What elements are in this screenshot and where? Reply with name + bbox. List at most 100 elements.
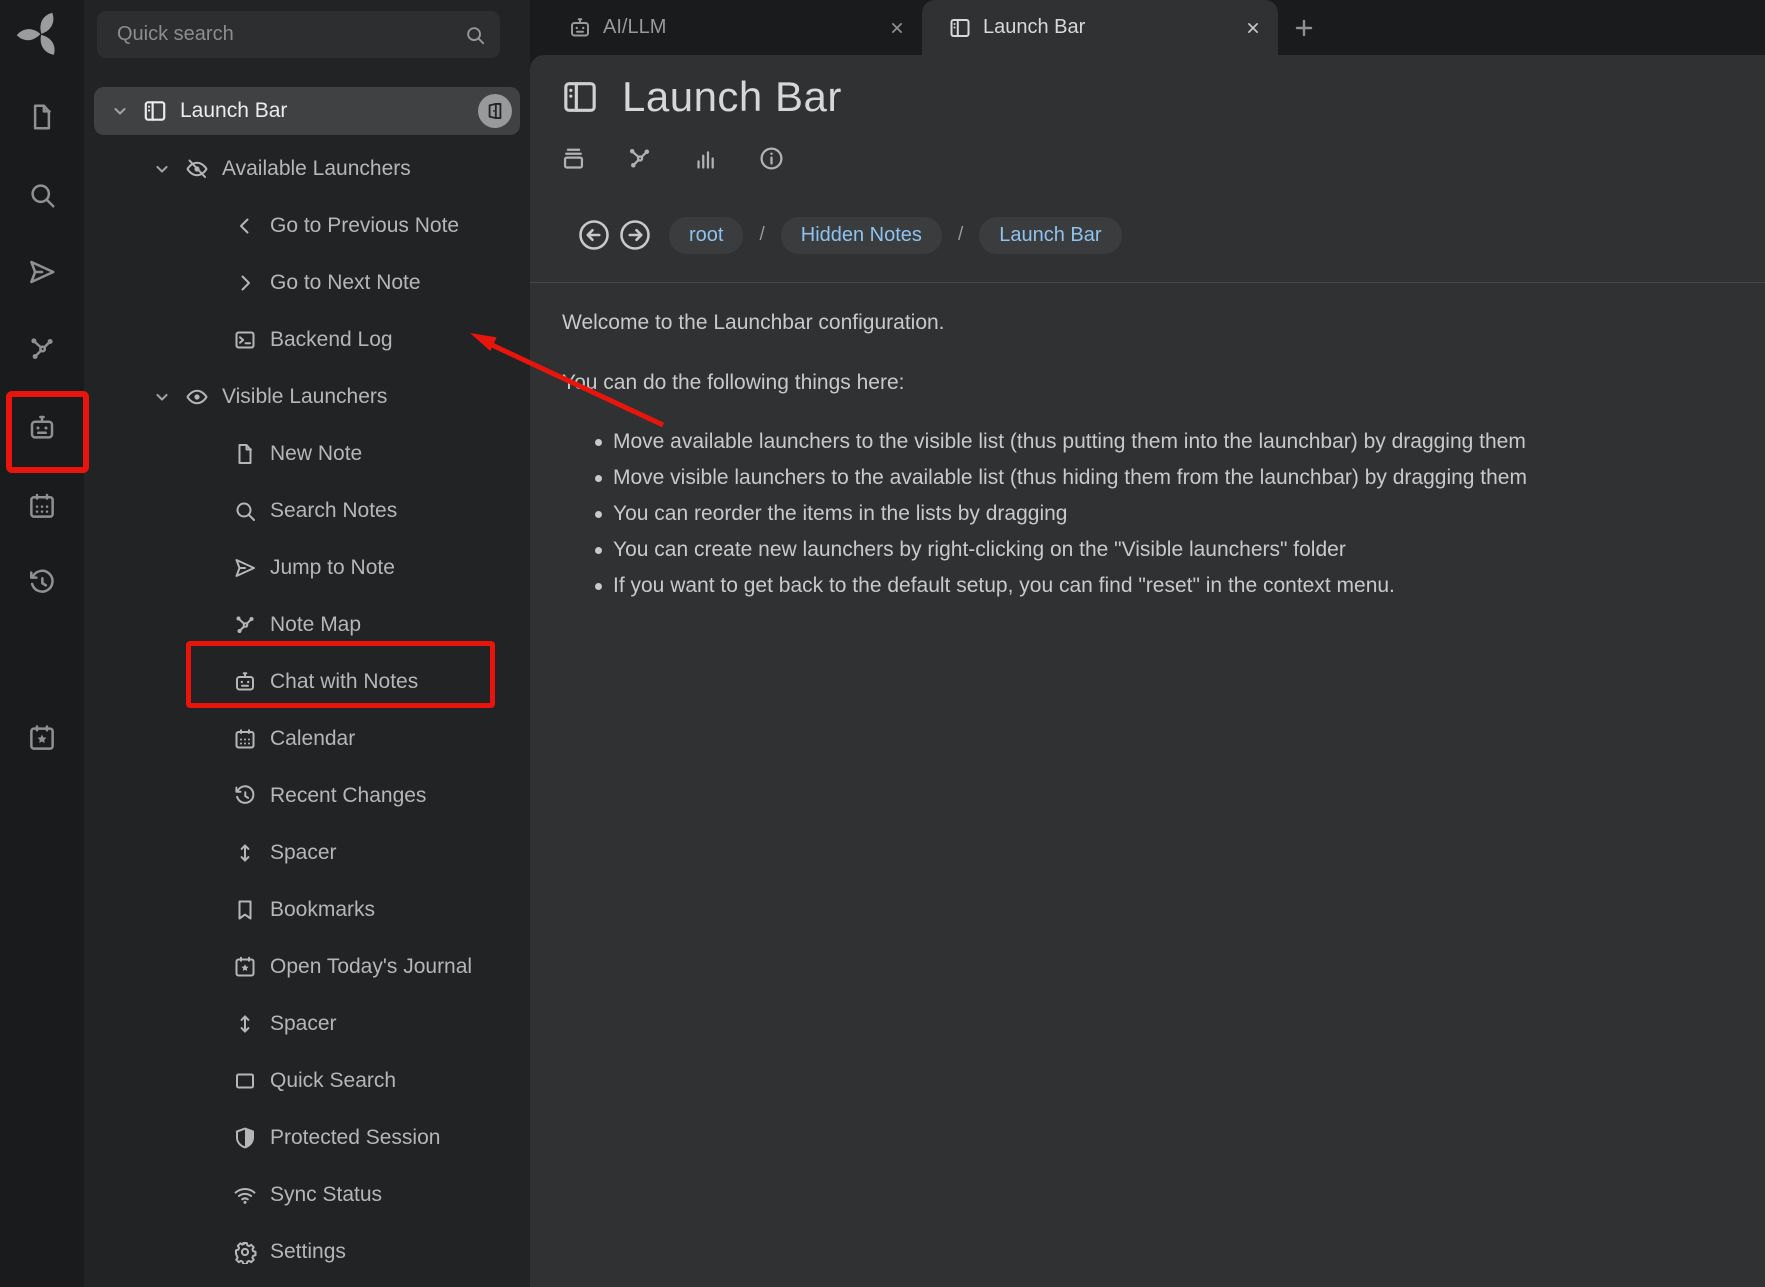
tree-item-available-launchers[interactable]: Available Launchers: [94, 140, 520, 197]
send-icon: [232, 556, 258, 580]
breadcrumb-divider: [530, 282, 1765, 283]
tab-bar: AI/LLM Launch Bar: [530, 0, 1765, 55]
tab-ai-llm[interactable]: AI/LLM: [530, 0, 922, 55]
info-icon[interactable]: [758, 145, 785, 172]
close-tab-icon[interactable]: [1244, 19, 1262, 37]
tree-item-go-to-previous-note[interactable]: Go to Previous Note: [94, 197, 520, 254]
note-content: Welcome to the Launchbar configuration. …: [562, 310, 1729, 604]
bookmark-icon: [232, 898, 258, 922]
tree-item-label: Go to Previous Note: [270, 214, 459, 238]
tree-item-label: Spacer: [270, 841, 337, 865]
instruction-item: Move available launchers to the visible …: [562, 424, 1729, 460]
tree-item-label: Go to Next Note: [270, 271, 421, 295]
basic-properties-icon[interactable]: [560, 145, 587, 172]
tree-item-sync-status[interactable]: Sync Status: [94, 1166, 520, 1223]
tree-item-calendar[interactable]: Calendar: [94, 710, 520, 767]
tree-item-label: Search Notes: [270, 499, 397, 523]
calendar-icon: [232, 727, 258, 751]
history-forward-button[interactable]: [617, 217, 653, 253]
tree-item-protected-session[interactable]: Protected Session: [94, 1109, 520, 1166]
open-todays-journal-launcher-icon[interactable]: [0, 710, 84, 766]
chat-with-notes-launcher-icon[interactable]: [0, 400, 84, 456]
tree-item-jump-to-note[interactable]: Jump to Note: [94, 539, 520, 596]
file-icon: [232, 442, 258, 466]
chevron-down-icon[interactable]: [150, 387, 174, 407]
tab-label: AI/LLM: [603, 16, 888, 39]
tree-item-label: Available Launchers: [222, 157, 411, 181]
breadcrumb-crumb[interactable]: Hidden Notes: [781, 217, 942, 254]
tree-item-label: Settings: [270, 1240, 346, 1264]
tree-item-label: Recent Changes: [270, 784, 426, 808]
search-icon[interactable]: [464, 24, 486, 46]
breadcrumb-crumb[interactable]: root: [669, 217, 743, 254]
tree-item-label: Backend Log: [270, 328, 393, 352]
tree-item-open-today-s-journal[interactable]: Open Today's Journal: [94, 938, 520, 995]
quick-search-input[interactable]: [115, 22, 464, 47]
note-map-icon[interactable]: [626, 145, 653, 172]
calendar-launcher-icon[interactable]: [0, 478, 84, 534]
search-launcher-icon[interactable]: [0, 167, 84, 223]
tab-label: Launch Bar: [983, 16, 1244, 39]
breadcrumb-separator: /: [958, 224, 963, 246]
note-title: Launch Bar: [622, 73, 842, 121]
recent-changes-launcher-icon[interactable]: [0, 555, 84, 611]
breadcrumb-separator: /: [759, 224, 764, 246]
history-back-button[interactable]: [576, 217, 612, 253]
tree-item-visible-launchers[interactable]: Visible Launchers: [94, 368, 520, 425]
note-info-icon[interactable]: [692, 145, 719, 172]
tree-item-backend-log[interactable]: Backend Log: [94, 311, 520, 368]
chevron-down-icon[interactable]: [150, 159, 174, 179]
note-detail-pane: Launch Bar root/Hidden Notes/Launch Bar …: [530, 55, 1765, 1287]
intro-text: You can do the following things here:: [562, 370, 1729, 396]
tree-item-label: Note Map: [270, 613, 361, 637]
tree-item-quick-search[interactable]: Quick Search: [94, 1052, 520, 1109]
tree-item-note-map[interactable]: Note Map: [94, 596, 520, 653]
instruction-item: Move visible launchers to the available …: [562, 460, 1729, 496]
tree-item-new-note[interactable]: New Note: [94, 425, 520, 482]
chevron-down-icon[interactable]: [108, 101, 132, 121]
search-icon: [232, 499, 258, 523]
instructions-list: Move available launchers to the visible …: [562, 424, 1729, 604]
tree-item-bookmarks[interactable]: Bookmarks: [94, 881, 520, 938]
tree-item-label: New Note: [270, 442, 362, 466]
note-map-launcher-icon[interactable]: [0, 321, 84, 377]
rect-icon: [232, 1069, 258, 1093]
launchbar-icon: [142, 98, 168, 124]
tree-item-chat-with-notes[interactable]: Chat with Notes: [94, 653, 520, 710]
tree-item-launch-bar[interactable]: Launch Bar: [94, 87, 520, 135]
jump-to-note-launcher-icon[interactable]: [0, 244, 84, 300]
ribbon-tabs: [560, 145, 785, 172]
note-tree-sidebar: Launch Bar Available Launchers Go to Previ…: [84, 0, 530, 1287]
quick-search[interactable]: [97, 11, 500, 58]
tree-item-label: Bookmarks: [270, 898, 375, 922]
new-tab-button[interactable]: [1278, 0, 1330, 55]
tab-launch-bar[interactable]: Launch Bar: [922, 0, 1278, 55]
tree-item-spacer[interactable]: Spacer: [94, 824, 520, 881]
shield-half-icon: [232, 1126, 258, 1150]
note-tree: Launch Bar Available Launchers Go to Previ…: [84, 83, 530, 1287]
unhoist-button[interactable]: [478, 94, 512, 128]
tree-item-label: Protected Session: [270, 1126, 440, 1150]
launcher-pane: [0, 0, 84, 1287]
gear-icon: [232, 1240, 258, 1264]
tree-item-recent-changes[interactable]: Recent Changes: [94, 767, 520, 824]
tree-item-label: Chat with Notes: [270, 670, 418, 694]
note-title-icon: [560, 77, 600, 117]
instruction-item: You can create new launchers by right-cl…: [562, 532, 1729, 568]
tree-item-search-notes[interactable]: Search Notes: [94, 482, 520, 539]
instruction-item: If you want to get back to the default s…: [562, 568, 1729, 604]
tree-item-settings[interactable]: Settings: [94, 1223, 520, 1280]
breadcrumb-crumb[interactable]: Launch Bar: [979, 217, 1121, 254]
tree-item-label: Spacer: [270, 1012, 337, 1036]
new-note-launcher-icon[interactable]: [0, 89, 84, 145]
network-icon: [232, 613, 258, 637]
spacer-icon: [232, 841, 258, 865]
robot-icon: [568, 16, 592, 40]
tree-item-go-to-next-note[interactable]: Go to Next Note: [94, 254, 520, 311]
close-tab-icon[interactable]: [888, 19, 906, 37]
tree-item-label: Visible Launchers: [222, 385, 387, 409]
tree-item-label: Open Today's Journal: [270, 955, 472, 979]
instruction-item: You can reorder the items in the lists b…: [562, 496, 1729, 532]
calendar-star-icon: [232, 955, 258, 979]
tree-item-spacer[interactable]: Spacer: [94, 995, 520, 1052]
